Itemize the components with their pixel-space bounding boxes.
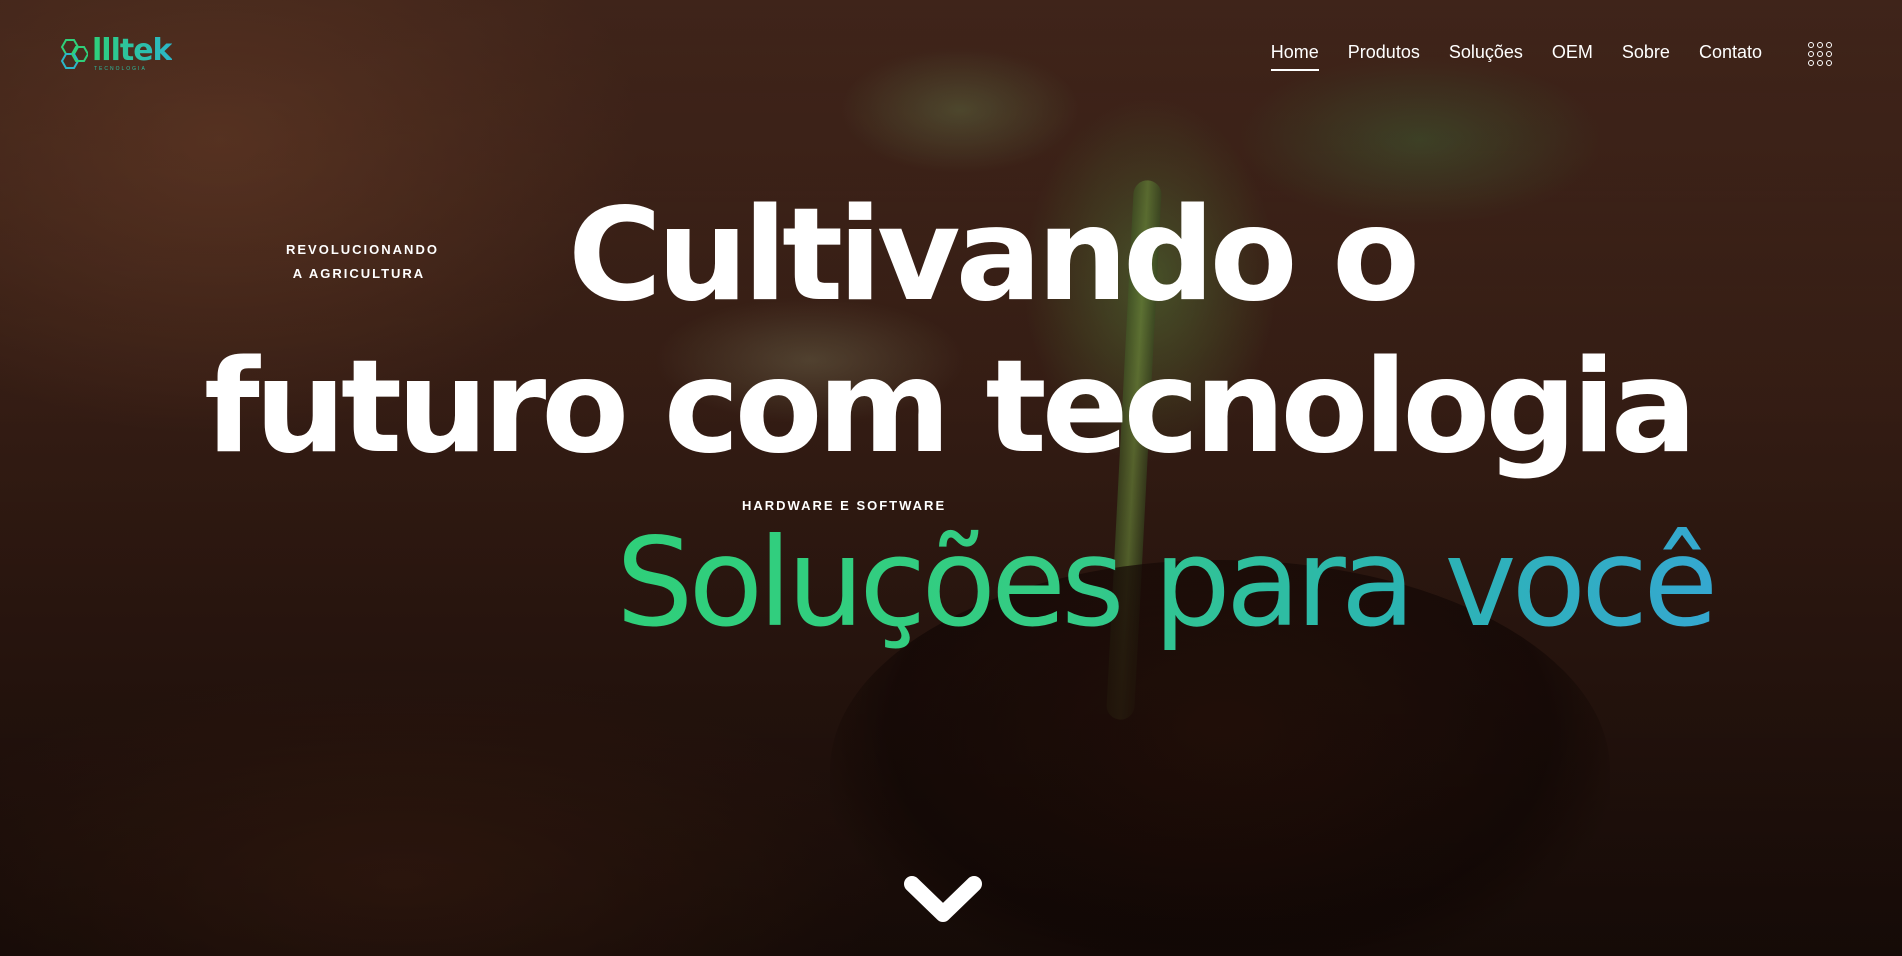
grid-dot	[1808, 60, 1814, 66]
tagline-line-2: A AGRICULTURA	[292, 266, 426, 281]
grid-dot	[1808, 51, 1814, 57]
nav-produtos[interactable]: Produtos	[1348, 42, 1420, 69]
grid-dot	[1826, 42, 1832, 48]
logo-text: llltek	[92, 33, 172, 68]
hardware-software-label: HARDWARE E SOFTWARE	[742, 498, 947, 513]
logo-subtitle: TECNOLOGIA	[94, 66, 147, 72]
grid-menu-icon[interactable]	[1808, 42, 1832, 66]
scroll-down-button[interactable]	[902, 872, 984, 928]
grid-dot	[1826, 60, 1832, 66]
main-nav: Home Produtos Soluções OEM Sobre Contato	[1270, 42, 1762, 71]
gradient-headline: Soluções para você	[616, 512, 1718, 654]
nav-solucoes[interactable]: Soluções	[1449, 42, 1523, 69]
headline-line-2: futuro com tecnologia	[204, 333, 1697, 482]
grid-dot	[1826, 51, 1832, 57]
nav-home[interactable]: Home	[1270, 42, 1319, 71]
hexagon-logo-icon	[60, 39, 88, 69]
logo[interactable]: llltek TECNOLOGIA	[56, 36, 172, 72]
grid-dot	[1808, 42, 1814, 48]
tagline-line-1: REVOLUCIONANDO	[286, 242, 439, 257]
hero-tagline: REVOLUCIONANDO A AGRICULTURA	[286, 238, 439, 286]
nav-oem[interactable]: OEM	[1552, 42, 1593, 69]
headline-line-1: Cultivando o	[568, 181, 1420, 330]
logo-text-wrap: llltek TECNOLOGIA	[92, 36, 172, 72]
nav-sobre[interactable]: Sobre	[1622, 42, 1670, 69]
grid-dot	[1817, 42, 1823, 48]
grid-dot	[1817, 51, 1823, 57]
chevron-down-icon	[904, 876, 982, 922]
nav-contato[interactable]: Contato	[1699, 42, 1762, 69]
grid-dot	[1817, 60, 1823, 66]
